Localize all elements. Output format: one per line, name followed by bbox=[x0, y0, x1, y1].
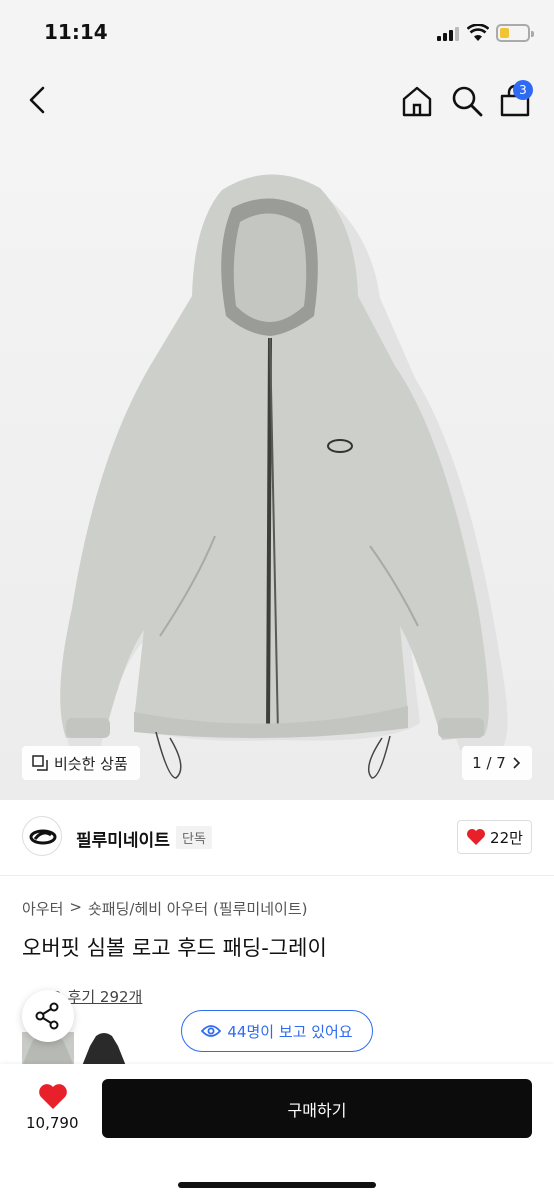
viewers-pill: 44명이 보고 있어요 bbox=[181, 1010, 373, 1052]
status-time: 11:14 bbox=[44, 20, 108, 44]
cart-count-badge: 3 bbox=[513, 80, 533, 100]
similar-products-label: 비슷한 상품 bbox=[54, 754, 128, 773]
wishlist-heart-icon[interactable] bbox=[38, 1082, 68, 1110]
heart-icon bbox=[467, 829, 486, 845]
product-image[interactable] bbox=[0, 138, 554, 800]
signal-icon bbox=[437, 27, 459, 41]
breadcrumb-level1[interactable]: 아우터 bbox=[22, 898, 63, 919]
wifi-icon bbox=[467, 24, 489, 41]
similar-products-button[interactable]: 비슷한 상품 bbox=[22, 746, 140, 780]
home-icon[interactable] bbox=[400, 84, 434, 118]
share-button[interactable] bbox=[22, 990, 74, 1042]
home-indicator bbox=[178, 1182, 376, 1188]
eye-icon bbox=[201, 1025, 222, 1037]
top-nav bbox=[0, 62, 554, 138]
image-page-indicator[interactable]: 1 / 7 bbox=[462, 746, 532, 780]
brand-logo-mark bbox=[29, 829, 57, 845]
jacket-illustration bbox=[60, 174, 508, 779]
search-icon[interactable] bbox=[450, 84, 484, 118]
color-black-thumbnail bbox=[82, 1033, 126, 1066]
brand-like-button[interactable]: 22만 bbox=[457, 820, 532, 854]
product-title: 오버핏 심볼 로고 후드 패딩-그레이 bbox=[22, 936, 327, 960]
status-bar: 11:14 bbox=[0, 0, 554, 62]
buy-button[interactable]: 구매하기 bbox=[102, 1079, 532, 1138]
brand-name[interactable]: 필루미네이트 bbox=[76, 826, 170, 851]
page-indicator-text: 1 / 7 bbox=[472, 754, 506, 772]
category-breadcrumb: 아우터 > 숏패딩/헤비 아우터 (필루미네이트) bbox=[22, 898, 307, 919]
similar-icon bbox=[32, 755, 48, 771]
breadcrumb-separator: > bbox=[69, 898, 82, 916]
back-icon[interactable] bbox=[22, 84, 54, 116]
wishlist-count: 10,790 bbox=[26, 1114, 79, 1132]
battery-icon bbox=[496, 24, 534, 42]
brand-logo[interactable] bbox=[22, 816, 62, 856]
viewers-label: 44명이 보고 있어요 bbox=[227, 1022, 353, 1041]
review-count-link[interactable]: 후기 292개 bbox=[68, 986, 143, 1007]
exclusive-badge: 단독 bbox=[176, 826, 212, 849]
color-option-black[interactable] bbox=[82, 1032, 134, 1066]
breadcrumb-level2[interactable]: 숏패딩/헤비 아우터 (필루미네이트) bbox=[88, 898, 308, 919]
share-icon bbox=[35, 1002, 59, 1030]
brand-like-count: 22만 bbox=[490, 828, 523, 847]
brand-row: 필루미네이트 단독 22만 bbox=[0, 800, 554, 876]
chevron-right-icon bbox=[513, 757, 520, 769]
